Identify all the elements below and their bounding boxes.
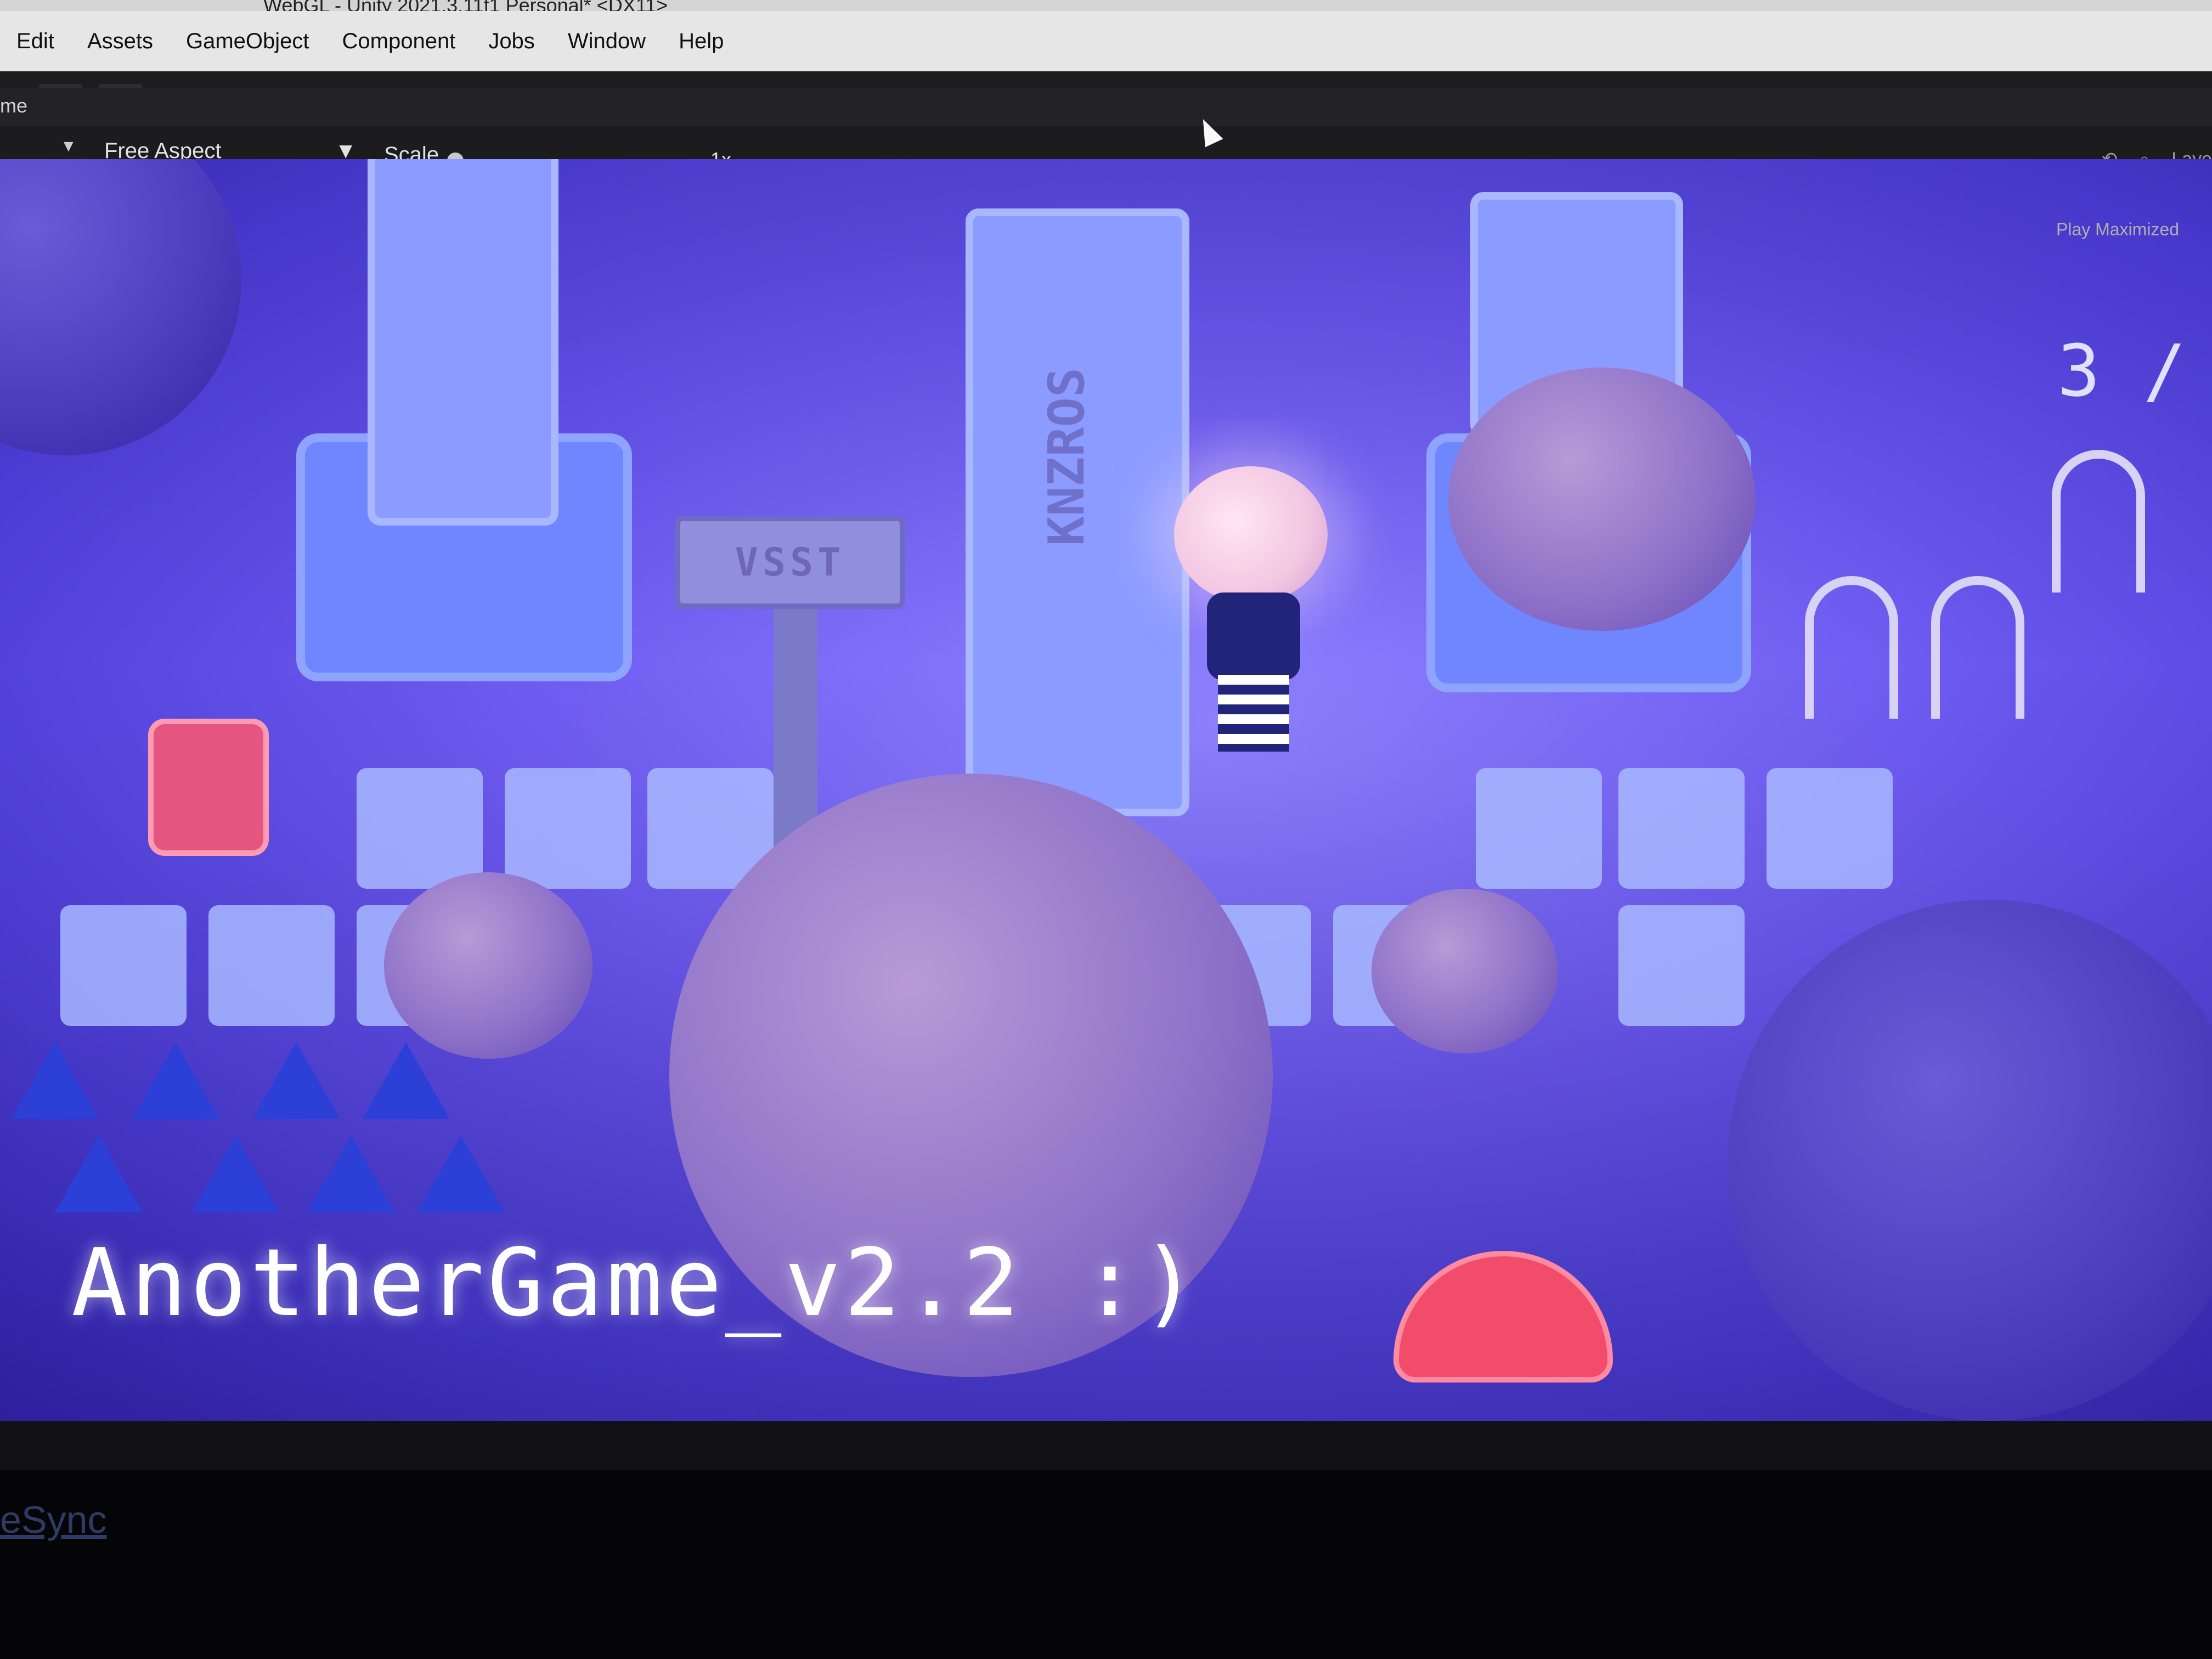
monitor-screen: WebGL - Unity 2021.3.11f1 Personal* <DX1… xyxy=(0,0,2212,1470)
pine-tree xyxy=(417,1136,505,1212)
tab-game[interactable]: me xyxy=(0,94,27,117)
pine-tree xyxy=(252,1042,340,1119)
menu-window[interactable]: Window xyxy=(551,29,662,54)
menu-jobs[interactable]: Jobs xyxy=(472,29,551,54)
play-maximized-dropdown[interactable]: Play Maximized xyxy=(2056,219,2179,240)
arch-gate xyxy=(1805,576,1898,719)
path-tile xyxy=(1476,768,1602,889)
menu-assets[interactable]: Assets xyxy=(71,29,170,54)
pillar-inscription: KNZROS xyxy=(1038,368,1096,546)
menu-component[interactable]: Component xyxy=(326,29,472,54)
display-dropdown-icon[interactable]: ▼ xyxy=(60,137,77,156)
pine-tree xyxy=(132,1042,219,1119)
path-tile xyxy=(357,768,483,889)
path-tile xyxy=(1618,905,1745,1026)
menu-edit[interactable]: Edit xyxy=(0,29,71,54)
character-head xyxy=(1174,466,1328,603)
pine-tree xyxy=(362,1042,450,1119)
path-tile xyxy=(1767,768,1893,889)
statue-left xyxy=(368,159,558,526)
bush xyxy=(1372,889,1558,1053)
pine-tree xyxy=(55,1136,143,1212)
window-title: WebGL - Unity 2021.3.11f1 Personal* <DX1… xyxy=(263,0,668,11)
bush xyxy=(1448,368,1756,631)
path-tile xyxy=(505,768,631,889)
bush xyxy=(384,872,592,1059)
pine-tree xyxy=(192,1136,280,1212)
photo-frame: WebGL - Unity 2021.3.11f1 Personal* <DX1… xyxy=(0,0,2212,1659)
path-tile xyxy=(208,905,335,1026)
pine-tree xyxy=(11,1042,99,1119)
editor-bottom-panel xyxy=(0,1421,2212,1470)
collectible-counter: 3 / xyxy=(2057,329,2186,413)
window-title-bar: WebGL - Unity 2021.3.11f1 Personal* <DX1… xyxy=(0,0,2212,11)
arch-gate xyxy=(2052,450,2145,592)
path-tile xyxy=(1618,768,1745,889)
path-tile xyxy=(60,905,187,1026)
vsync-label: eSync xyxy=(0,1498,107,1541)
menu-gameobject[interactable]: GameObject xyxy=(170,29,326,54)
pine-tree xyxy=(307,1136,395,1212)
jam-jar-item[interactable] xyxy=(148,719,269,856)
character-legs xyxy=(1218,675,1289,752)
menu-bar: Edit Assets GameObject Component Jobs Wi… xyxy=(0,11,2212,71)
character-body xyxy=(1207,592,1300,680)
game-tab-strip: me xyxy=(0,88,2212,132)
signpost-board: VSST xyxy=(675,516,905,609)
arch-gate xyxy=(1931,576,2024,719)
menu-help[interactable]: Help xyxy=(662,29,740,54)
game-version-caption: AnotherGame_v2.2 :) xyxy=(71,1229,1201,1338)
game-viewport[interactable]: KNZROS VSST 3 / AnotherGame_v2.2:) xyxy=(0,159,2212,1421)
player-character[interactable] xyxy=(1174,466,1328,774)
